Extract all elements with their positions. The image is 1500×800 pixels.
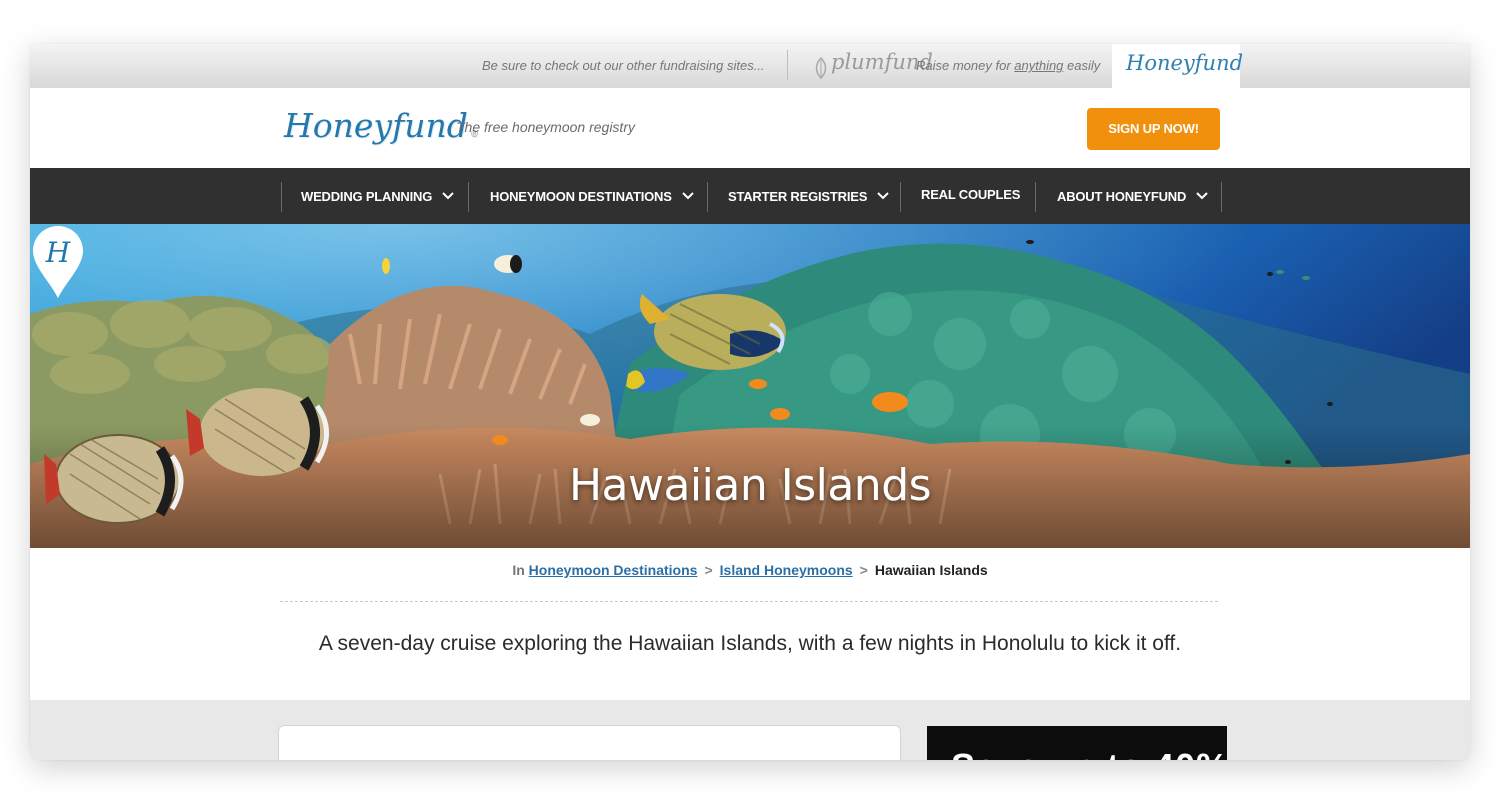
- fundraising-sites-bar: Be sure to check out our other fundraisi…: [30, 44, 1470, 88]
- main-nav: WEDDING PLANNING HONEYMOON DESTINATIONS …: [30, 168, 1470, 224]
- content-card: [278, 725, 901, 760]
- chevron-down-icon: [681, 191, 694, 199]
- other-sites-promo: Be sure to check out our other fundraisi…: [482, 58, 765, 73]
- content-area: Save up to 40%: [30, 700, 1470, 760]
- breadcrumb-current: Hawaiian Islands: [874, 562, 988, 578]
- page-title: Hawaiian Islands: [568, 460, 932, 511]
- nav-wedding-planning[interactable]: WEDDING PLANNING: [301, 182, 454, 212]
- plum-leaf-icon: [815, 56, 827, 80]
- nav-about-honeyfund[interactable]: ABOUT HONEYFUND: [1057, 182, 1208, 212]
- honeyfund-small-logo: Honeyfund: [1126, 51, 1244, 75]
- chevron-down-icon: [877, 191, 889, 199]
- nav-starter-registries[interactable]: STARTER REGISTRIES: [728, 182, 889, 212]
- nav-real-couples[interactable]: REAL COUPLES: [921, 180, 1020, 210]
- sign-up-button[interactable]: SIGN UP NOW!: [1087, 108, 1220, 150]
- nav-divider: [1035, 182, 1036, 212]
- site-tagline: The free honeymoon registry: [456, 119, 635, 135]
- nav-divider: [468, 182, 469, 212]
- breadcrumb: In Honeymoon Destinations > Island Honeymo…: [512, 562, 988, 578]
- chevron-down-icon: [1196, 191, 1208, 199]
- hero-banner: H Hawaiian Islands: [30, 224, 1470, 548]
- honeyfund-site-tab[interactable]: Honeyfund: [1112, 44, 1244, 88]
- nav-honeymoon-destinations[interactable]: HONEYMOON DESTINATIONS: [490, 182, 694, 212]
- destination-description: A seven-day cruise exploring the Hawaiia…: [318, 632, 1182, 655]
- chevron-down-icon: [442, 191, 454, 199]
- location-pin-icon: H: [33, 226, 83, 298]
- dotted-divider: [280, 601, 1218, 602]
- promo-ad-banner[interactable]: Save up to 40%: [927, 726, 1227, 760]
- ad-text: Save up to 40%: [951, 746, 1227, 760]
- breadcrumb-link-honeymoon-destinations[interactable]: Honeymoon Destinations: [529, 562, 698, 578]
- nav-divider: [1221, 182, 1222, 212]
- plumfund-tagline: Raise money for anything easily: [916, 58, 1101, 73]
- nav-divider: [900, 182, 901, 212]
- anything-emphasis: anything: [1014, 58, 1064, 73]
- breadcrumb-link-island-honeymoons[interactable]: Island Honeymoons: [720, 562, 853, 578]
- divider: [787, 50, 788, 80]
- svg-text:H: H: [45, 236, 71, 269]
- nav-divider: [707, 182, 708, 212]
- honeyfund-logo[interactable]: Honeyfund ®: [284, 106, 479, 145]
- browser-page: Be sure to check out our other fundraisi…: [30, 44, 1470, 760]
- nav-divider: [281, 182, 282, 212]
- site-header: Honeyfund ® The free honeymoon registry S…: [30, 88, 1470, 168]
